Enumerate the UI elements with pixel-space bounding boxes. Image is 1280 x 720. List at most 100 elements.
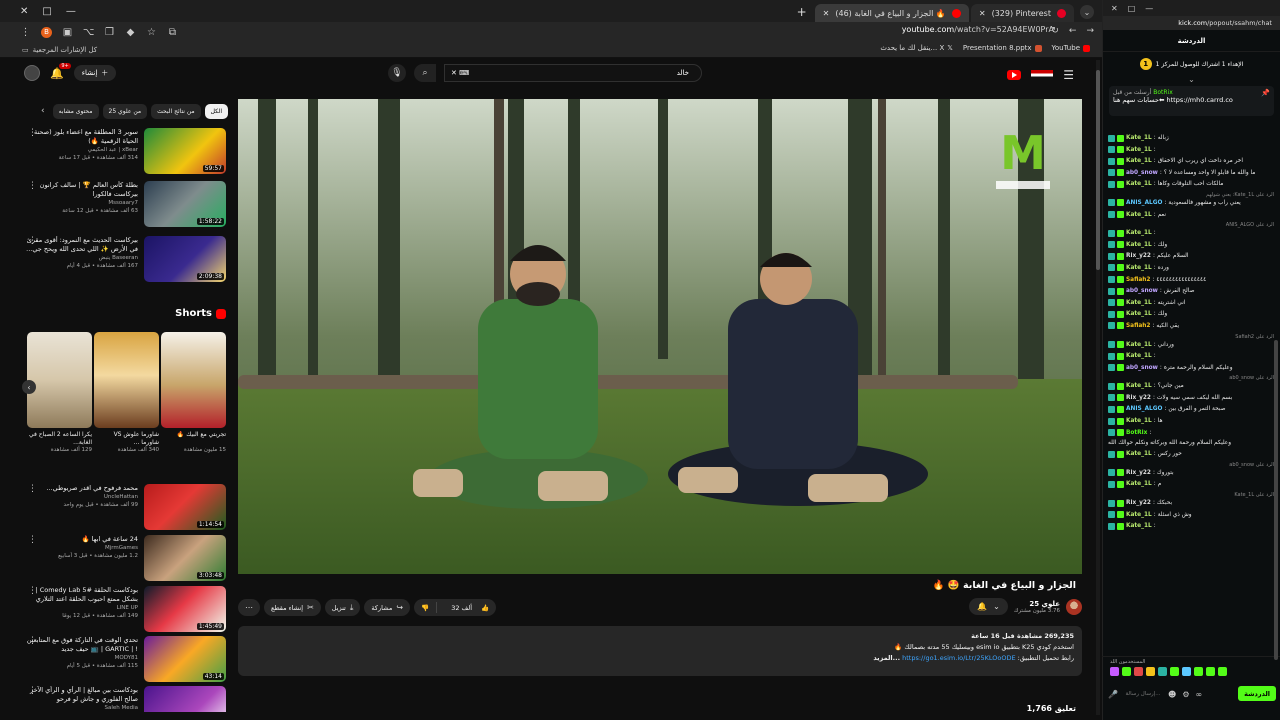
new-tab-button[interactable]: + <box>791 5 813 19</box>
chip-related[interactable]: محتوى مشابه <box>52 103 99 119</box>
chat-message[interactable]: Kate_1L: حور ركس <box>1108 450 1274 458</box>
list-item[interactable]: 1:58:22 بطلة كأس العالم 🏆 | سالف كرانون … <box>26 181 226 227</box>
video-title[interactable]: 24 ساعة في ابها 🔥 <box>26 535 138 544</box>
dislike-icon[interactable]: 👎 <box>414 604 436 612</box>
search-input[interactable]: ✕ ⌨ خالد <box>444 64 702 82</box>
chat-username[interactable]: Kate_1L <box>1126 157 1152 165</box>
scroll-thumb[interactable] <box>1096 70 1100 270</box>
video-thumbnail[interactable]: 43:14 <box>144 636 226 682</box>
short-item[interactable]: شاورما علوش VS شاورما ... 340 ألف مشاهدة <box>94 332 159 472</box>
channel-name[interactable]: MODY81 <box>26 654 138 662</box>
chat-scrollbar[interactable] <box>1274 60 1278 700</box>
emote-icon[interactable] <box>1206 667 1215 676</box>
chat-message[interactable]: ab0_snow: وعليكم السلام والرحمة مترة <box>1108 364 1274 372</box>
chat-username[interactable]: Safiah2 <box>1126 322 1150 330</box>
channel-name[interactable]: Mssoaary7 <box>26 199 138 207</box>
scroll-thumb[interactable] <box>1274 340 1278 660</box>
bookmark-x[interactable]: ينقل لك ما يحدث... X𝕏 <box>880 44 953 52</box>
chat-message[interactable]: Kate_1L: <box>1108 146 1274 154</box>
short-thumbnail[interactable] <box>161 332 226 428</box>
video-title[interactable]: بيركاست الحديث مع النمرود: أقوى مقرئ في … <box>26 236 138 254</box>
video-player[interactable]: M <box>238 99 1082 574</box>
chat-username[interactable]: Safiah2 <box>1126 276 1150 284</box>
chat-message[interactable]: ANIS_ALGO: صبحة التمر و الفرق بين <box>1108 405 1274 413</box>
page-scrollbar[interactable] <box>1096 60 1100 715</box>
close-window-icon[interactable]: ✕ <box>1111 4 1118 13</box>
emote-icon[interactable] <box>1194 667 1203 676</box>
chat-username[interactable]: Rix_y22 <box>1126 499 1151 507</box>
channel-avatar[interactable] <box>1066 598 1082 615</box>
short-title[interactable]: تجربتي مع البيك 🔥 <box>161 431 226 447</box>
more-options-icon[interactable]: ⋮ <box>28 484 37 494</box>
chat-message[interactable]: Rix_y22: بحبكك <box>1108 499 1274 507</box>
chip-all[interactable]: الكل <box>204 103 228 119</box>
chat-message[interactable]: Safiah2:٤٤٤٤٤٤٤٤٤٤٤٤٤٤٤٤ <box>1108 276 1274 284</box>
chat-username[interactable]: Kate_1L <box>1126 310 1152 318</box>
list-item[interactable]: 2:09:38 بيركاست الحديث مع النمرود: أقوى … <box>26 236 226 282</box>
channel-name[interactable]: xBear | عبد الحكيمي <box>26 146 138 154</box>
video-thumbnail[interactable] <box>144 686 226 712</box>
chat-username[interactable]: ab0_snow <box>1126 364 1158 372</box>
microphone-icon[interactable]: 🎤 <box>1108 690 1118 699</box>
chat-input[interactable]: إرسال رسالة... <box>1124 691 1162 697</box>
chat-message[interactable]: ab0_snow: صالح الفرش <box>1108 287 1274 295</box>
tab-search-icon[interactable]: ⌄ <box>1080 5 1094 19</box>
tab-close-icon[interactable]: ✕ <box>979 9 986 18</box>
list-item[interactable]: بودكاست بين مبالغ | الرأي و الرأي الآخر … <box>26 686 226 712</box>
address-bar[interactable]: youtube.com/watch?v=52A94EW0PrA <box>902 25 1054 34</box>
chat-username[interactable]: ab0_snow <box>1126 287 1158 295</box>
bookmark-presentation[interactable]: Presentation 8.pptx <box>963 44 1042 52</box>
chat-username[interactable]: Kate_1L <box>1126 146 1152 154</box>
chat-message[interactable]: BotRix: وعليكم السلام ورحمة الله وبركاته … <box>1108 429 1274 447</box>
bookmark-youtube[interactable]: YouTube <box>1052 44 1090 52</box>
chat-message[interactable]: Rix_y22: السلام عليكم <box>1108 252 1274 260</box>
maximize-icon[interactable]: □ <box>42 6 51 17</box>
chat-message[interactable]: Kate_1L: وش ذي اسئلة <box>1108 511 1274 519</box>
short-item[interactable]: يكرا الساعه 2 الصباح في الغابة... 129 أل… <box>27 332 92 472</box>
channel-name[interactable]: Baseeran ينبض <box>26 254 138 262</box>
tab-pinterest[interactable]: ✕ (329) Pinterest <box>970 4 1074 22</box>
chat-username[interactable]: Rix_y22 <box>1126 394 1151 402</box>
short-title[interactable]: يكرا الساعه 2 الصباح في الغابة... <box>27 431 92 447</box>
sidebar-icon[interactable]: ▣ <box>62 27 73 38</box>
maximize-icon[interactable]: □ <box>1128 4 1136 13</box>
emote-icon[interactable] <box>1122 667 1131 676</box>
chat-username[interactable]: Kate_1L <box>1126 134 1152 142</box>
emote-icon[interactable] <box>1134 667 1143 676</box>
emote-icon[interactable] <box>1110 667 1119 676</box>
video-title[interactable]: محمد فرفوح في اقدر صريوطي... <box>26 484 138 493</box>
chat-message[interactable]: Kate_1L: ها <box>1108 417 1274 425</box>
short-thumbnail[interactable] <box>27 332 92 428</box>
chat-username[interactable]: Kate_1L <box>1126 211 1152 219</box>
more-options-icon[interactable]: ⋮ <box>28 181 37 191</box>
chat-username[interactable]: Kate_1L <box>1126 480 1152 488</box>
emote-icon[interactable] <box>1218 667 1227 676</box>
video-title[interactable]: تحدي الوقت في التاركة فوق مع المتابعين !… <box>26 636 138 654</box>
description-link[interactable]: https://go1.esim.io/Ltr/25KLOoODE <box>902 654 1015 662</box>
chat-message[interactable]: Safiah2: يقي الكيه <box>1108 322 1274 330</box>
close-window-icon[interactable]: ✕ <box>20 6 28 17</box>
chat-message[interactable]: Kate_1L: اني اشتريته <box>1108 299 1274 307</box>
shorts-prev-icon[interactable]: ‹ <box>22 380 36 394</box>
list-item[interactable]: 43:14 تحدي الوقت في التاركة فوق مع المتا… <box>26 636 226 682</box>
emote-icon[interactable] <box>1170 667 1179 676</box>
chat-username[interactable]: Kate_1L <box>1126 180 1152 188</box>
chat-message[interactable]: Rix_y22: بسم الله ليكف سمي سيه ولات <box>1108 394 1274 402</box>
clip-button[interactable]: إنشاء مقطع ✂ <box>264 599 321 616</box>
chat-username[interactable]: Kate_1L <box>1126 522 1152 530</box>
emote-icon[interactable] <box>1158 667 1167 676</box>
screenshot-icon[interactable]: ⧉ <box>167 27 178 38</box>
video-title[interactable]: بودكاست بين مبالغ | الرأي و الرأي الآخر … <box>26 686 138 704</box>
chat-message[interactable]: Kate_1L: ورداني <box>1108 341 1274 349</box>
clear-search-icon[interactable]: ✕ ⌨ <box>451 69 469 77</box>
chevron-left-icon[interactable]: ‹ <box>41 106 45 116</box>
menu-dots-icon[interactable]: ⋮ <box>20 27 31 38</box>
tab-youtube[interactable]: ✕ (46) الجزار و البياع في الغابة 🔥 <box>814 4 969 22</box>
chevron-down-icon[interactable]: ⌄ <box>1103 76 1280 84</box>
account-avatar[interactable] <box>24 65 40 81</box>
video-thumbnail[interactable]: 1:45:49 <box>144 586 226 632</box>
users-icon[interactable]: ∞ <box>1195 690 1202 699</box>
chat-message[interactable]: Kate_1L: <box>1108 522 1274 530</box>
send-chat-button[interactable]: الدردشة <box>1238 686 1276 701</box>
channel-name[interactable]: علوي 25 <box>1014 600 1060 608</box>
